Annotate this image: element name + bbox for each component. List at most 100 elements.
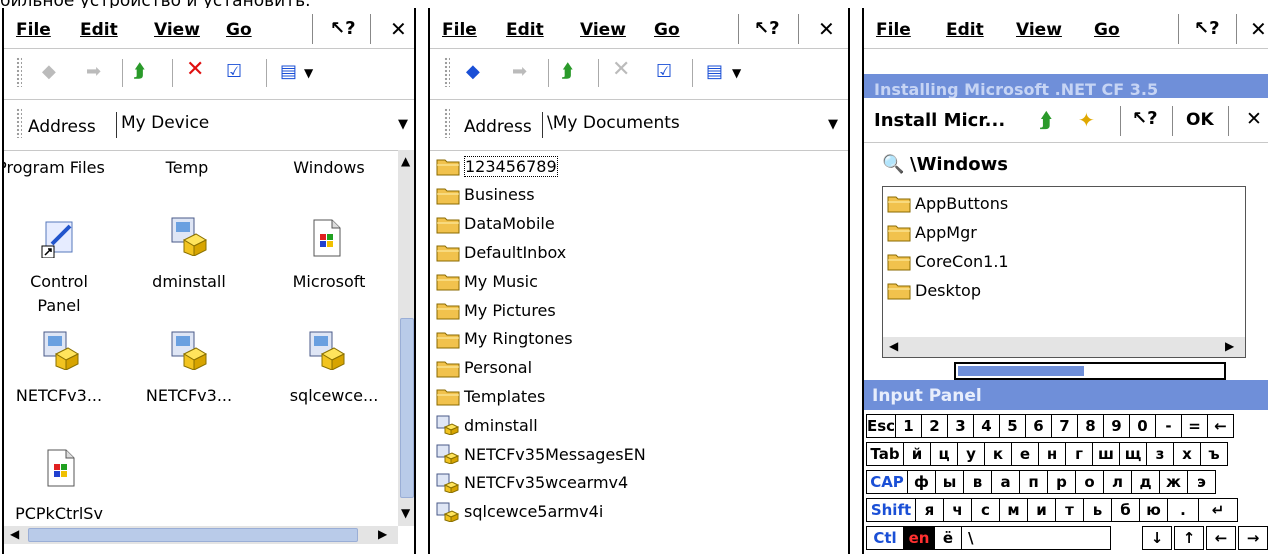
help-pointer-icon[interactable]: ↖? [1132, 108, 1158, 129]
folder-row[interactable]: Desktop [887, 276, 981, 304]
key[interactable]: 6 [1025, 414, 1052, 438]
menu-view[interactable]: View [154, 20, 200, 40]
key[interactable]: т [1055, 498, 1084, 522]
key[interactable]: Ctl [866, 526, 904, 550]
key[interactable]: г [1065, 442, 1093, 466]
scroll-right-icon[interactable]: ▶ [378, 527, 387, 541]
key[interactable]: ы [935, 470, 964, 494]
key[interactable]: en [903, 526, 935, 550]
folder-row[interactable]: Business [436, 181, 535, 209]
menu-edit[interactable]: Edit [506, 20, 544, 40]
key[interactable]: ж [1159, 470, 1188, 494]
windows-file-icon[interactable] [306, 218, 346, 258]
key[interactable]: х [1173, 442, 1201, 466]
key[interactable]: Esc [866, 414, 896, 438]
close-icon[interactable]: ✕ [1250, 17, 1267, 41]
up-folder-icon[interactable]: ⮭ [562, 61, 573, 82]
folder-list-box[interactable]: AppButtons AppMgr CoreCon1.1 Desktop ◀ ▶ [882, 186, 1246, 358]
key[interactable]: и [1027, 498, 1056, 522]
key[interactable]: 9 [1103, 414, 1130, 438]
key[interactable]: CAP [866, 470, 908, 494]
forward-icon[interactable]: ➡ [86, 61, 101, 82]
help-pointer-icon[interactable]: ↖? [754, 18, 780, 39]
key[interactable]: ← [1206, 526, 1236, 550]
up-folder-icon[interactable]: ⮭ [134, 61, 145, 82]
toolbar-grip[interactable] [444, 57, 450, 87]
key[interactable]: Shift [866, 498, 916, 522]
back-icon[interactable]: ◆ [42, 61, 56, 82]
menu-file[interactable]: File [442, 20, 477, 40]
key[interactable]: й [903, 442, 931, 466]
vertical-scrollbar[interactable]: ▲ ▼ [398, 150, 414, 526]
key[interactable]: ф [907, 470, 936, 494]
file-row[interactable]: NETCFv35MessagesEN [436, 440, 646, 468]
key[interactable]: б [1111, 498, 1140, 522]
scroll-left-icon[interactable]: ◀ [889, 339, 898, 353]
installer-icon[interactable] [168, 216, 208, 256]
key[interactable]: ш [1092, 442, 1120, 466]
menu-go[interactable]: Go [226, 20, 252, 40]
key[interactable]: н [1038, 442, 1066, 466]
address-dropdown-icon[interactable]: ▼ [828, 117, 838, 132]
key[interactable]: 1 [895, 414, 922, 438]
horizontal-scrollbar[interactable]: ◀ ▶ [4, 526, 398, 544]
folder-row[interactable]: My Pictures [436, 296, 556, 324]
key[interactable]: п [1019, 470, 1048, 494]
delete-icon[interactable]: ✕ [612, 57, 630, 82]
properties-icon[interactable]: ☑ [226, 61, 242, 82]
scroll-down-icon[interactable]: ▼ [401, 506, 410, 520]
folder-windows[interactable]: Windows [274, 158, 384, 177]
key[interactable]: у [957, 442, 985, 466]
horizontal-scrollbar[interactable]: ◀ ▶ [883, 337, 1245, 357]
key[interactable]: 0 [1129, 414, 1156, 438]
properties-icon[interactable]: ☑ [656, 61, 672, 82]
address-input[interactable]: My Device [116, 112, 398, 138]
folder-program-files[interactable]: Program Files [4, 158, 106, 177]
key[interactable]: щ [1119, 442, 1147, 466]
up-folder-icon[interactable]: ⮭ [1040, 108, 1052, 132]
scroll-thumb[interactable] [28, 528, 358, 542]
key[interactable]: Tab [866, 442, 904, 466]
scroll-left-icon[interactable]: ◀ [10, 527, 19, 541]
file-row[interactable]: sqlcewce5armv4i [436, 498, 603, 526]
help-pointer-icon[interactable]: ↖? [1194, 18, 1220, 39]
address-grip[interactable] [16, 108, 22, 138]
view-mode-icon[interactable]: ▤ [280, 61, 297, 82]
view-mode-icon[interactable]: ▤ [706, 61, 723, 82]
key[interactable]: з [1146, 442, 1174, 466]
ok-button[interactable]: OK [1186, 110, 1214, 130]
folder-row[interactable]: CoreCon1.1 [887, 247, 1009, 275]
key[interactable]: = [1181, 414, 1208, 438]
chevron-down-icon[interactable]: ▼ [732, 66, 741, 80]
key[interactable]: ю [1139, 498, 1168, 522]
folder-row[interactable]: Templates [436, 382, 545, 410]
control-panel-icon[interactable] [40, 218, 80, 258]
menu-view[interactable]: View [1016, 20, 1062, 40]
close-icon[interactable]: ✕ [1246, 108, 1262, 130]
folder-temp[interactable]: Temp [142, 158, 232, 177]
key[interactable]: 5 [999, 414, 1026, 438]
toolbar-grip[interactable] [16, 57, 22, 87]
menu-go[interactable]: Go [654, 20, 680, 40]
key[interactable]: д [1131, 470, 1160, 494]
installer-icon[interactable] [306, 330, 346, 370]
folder-row[interactable]: 123456789 [436, 152, 558, 180]
chevron-down-icon[interactable]: ▼ [304, 66, 313, 80]
menu-edit[interactable]: Edit [946, 20, 984, 40]
address-input[interactable]: \My Documents [542, 112, 822, 138]
folder-row[interactable]: My Music [436, 267, 538, 295]
installer-icon[interactable] [40, 330, 80, 370]
key[interactable]: 3 [947, 414, 974, 438]
key[interactable]: я [915, 498, 944, 522]
close-icon[interactable]: ✕ [390, 17, 407, 41]
key[interactable]: в [963, 470, 992, 494]
menu-go[interactable]: Go [1094, 20, 1120, 40]
key[interactable]: \ [961, 526, 1111, 550]
back-icon[interactable]: ◆ [466, 61, 480, 82]
folder-row[interactable]: My Ringtones [436, 325, 573, 353]
scroll-up-icon[interactable]: ▲ [401, 154, 410, 168]
close-icon[interactable]: ✕ [818, 17, 835, 41]
folder-row[interactable]: AppButtons [887, 189, 1008, 217]
key[interactable]: 4 [973, 414, 1000, 438]
address-dropdown-icon[interactable]: ▼ [398, 117, 408, 132]
